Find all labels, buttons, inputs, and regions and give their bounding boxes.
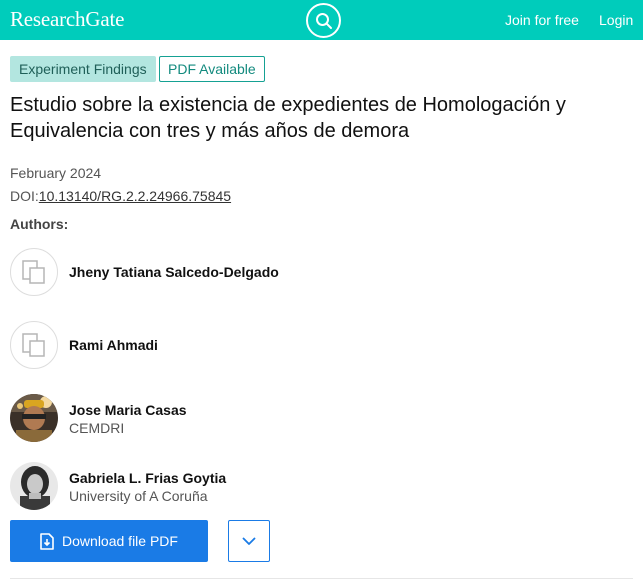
author-item[interactable]: Gabriela L. Frias Goytia University of A… — [10, 462, 570, 512]
author-photo — [10, 394, 58, 442]
publication-date: February 2024 — [10, 165, 102, 181]
avatar[interactable] — [10, 321, 58, 369]
researchgate-logo[interactable]: ResearchGate — [10, 7, 124, 32]
author-name[interactable]: Gabriela L. Frias Goytia — [69, 470, 226, 486]
author-photo — [10, 462, 58, 510]
author-item[interactable]: Rami Ahmadi — [10, 321, 570, 371]
author-item[interactable]: Jose Maria Casas CEMDRI — [10, 394, 570, 444]
publication-type-badge: Experiment Findings — [10, 56, 156, 82]
avatar[interactable] — [10, 394, 58, 442]
authors-heading: Authors: — [10, 216, 69, 232]
author-affiliation[interactable]: University of A Coruña — [69, 488, 208, 504]
search-button[interactable] — [306, 3, 341, 38]
join-for-free-link[interactable]: Join for free — [505, 12, 579, 28]
download-button-label: Download file PDF — [62, 533, 178, 549]
login-link[interactable]: Login — [599, 12, 633, 28]
avatar[interactable] — [10, 248, 58, 296]
author-affiliation[interactable]: CEMDRI — [69, 420, 124, 436]
top-navigation-bar: ResearchGate Join for free Login — [0, 0, 643, 40]
search-icon — [315, 12, 332, 29]
divider — [10, 578, 633, 579]
download-file-icon — [40, 532, 54, 550]
doi-label: DOI: — [10, 188, 39, 204]
author-name[interactable]: Rami Ahmadi — [69, 337, 158, 353]
doi-link[interactable]: 10.13140/RG.2.2.24966.75845 — [39, 188, 231, 204]
more-options-button[interactable] — [228, 520, 270, 562]
chevron-down-icon — [242, 537, 256, 545]
download-pdf-button[interactable]: Download file PDF — [10, 520, 208, 562]
publication-title: Estudio sobre la existencia de expedient… — [10, 94, 566, 142]
author-name[interactable]: Jheny Tatiana Salcedo-Delgado — [69, 264, 279, 280]
author-name[interactable]: Jose Maria Casas — [69, 402, 187, 418]
pdf-available-badge[interactable]: PDF Available — [159, 56, 265, 82]
avatar[interactable] — [10, 462, 58, 510]
doi-line: DOI:10.13140/RG.2.2.24966.75845 — [10, 188, 231, 204]
placeholder-icon — [22, 260, 45, 284]
placeholder-icon — [22, 333, 45, 357]
author-item[interactable]: Jheny Tatiana Salcedo-Delgado — [10, 248, 570, 298]
